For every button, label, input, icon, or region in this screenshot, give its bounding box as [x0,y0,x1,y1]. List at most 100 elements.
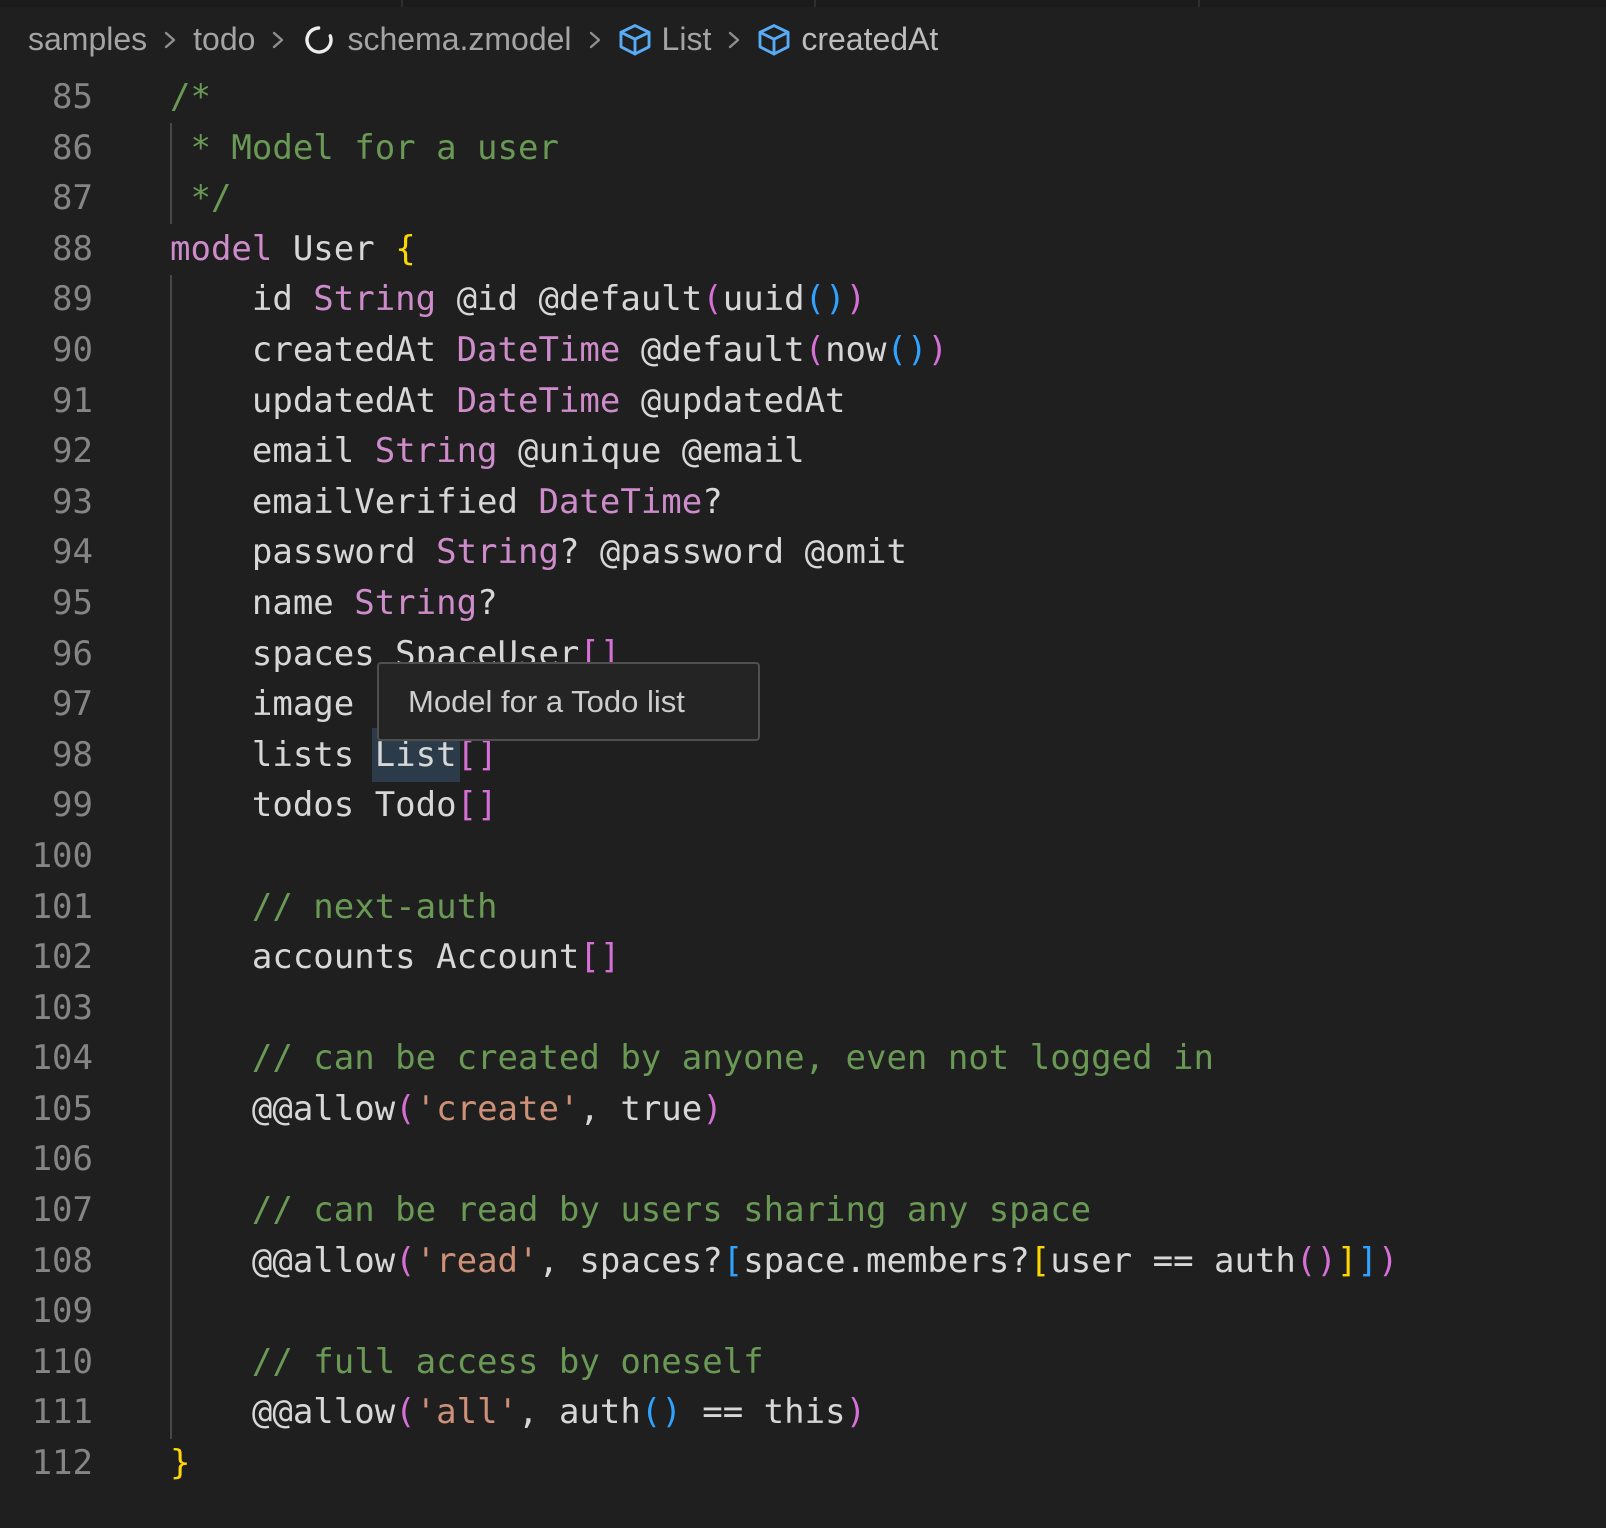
code-line[interactable]: 101 // next-auth [0,882,1606,933]
code-line[interactable]: 88 model User { [0,224,1606,275]
code-line[interactable]: 109 [0,1286,1606,1337]
code-line[interactable]: 100 [0,831,1606,882]
line-number[interactable]: 110 [0,1337,93,1388]
code-line[interactable]: 112} [0,1438,1606,1489]
code-token: // can be read by users sharing any spac… [170,1190,1091,1230]
code-text: model User { [170,224,416,275]
code-line[interactable]: 97 image [0,679,1606,730]
code-line[interactable]: 87 */ [0,173,1606,224]
code-line[interactable]: 102 accounts Account[] [0,932,1606,983]
line-number[interactable]: 104 [0,1033,93,1084]
code-line[interactable]: 110 // full access by oneself [0,1337,1606,1388]
code-token: ) [846,1392,866,1432]
chevron-right-icon [267,25,289,55]
code-text: image [170,679,354,730]
code-line[interactable]: 85/* [0,72,1606,123]
code-line[interactable]: 108 @@allow('read', spaces?[space.member… [0,1236,1606,1287]
code-line[interactable]: 105 @@allow('create', true) [0,1084,1606,1135]
code-line[interactable]: 93 emailVerified DateTime? [0,477,1606,528]
line-number[interactable]: 90 [0,325,93,376]
code-token: ) [1378,1241,1398,1281]
code-line[interactable]: 96 spaces SpaceUser[] [0,629,1606,680]
breadcrumb-item-list[interactable]: List [618,21,712,58]
line-number[interactable]: 103 [0,983,93,1034]
code-token: } [170,1443,190,1483]
line-number[interactable]: 109 [0,1286,93,1337]
breadcrumb: samples todo schema.zmodel List createdA… [0,7,1606,72]
hover-tooltip-text: Model for a Todo list [408,684,685,720]
breadcrumb-item-samples[interactable]: samples [28,21,147,58]
code-token: User [272,229,395,269]
line-number[interactable]: 87 [0,173,93,224]
line-number[interactable]: 89 [0,274,93,325]
line-number[interactable]: 98 [0,730,93,781]
code-line[interactable]: 90 createdAt DateTime @default(now()) [0,325,1606,376]
code-token: email [170,431,375,471]
line-number[interactable]: 93 [0,477,93,528]
line-number[interactable]: 99 [0,780,93,831]
code-line[interactable]: 95 name String? [0,578,1606,629]
line-number[interactable]: 100 [0,831,93,882]
breadcrumb-item-todo[interactable]: todo [193,21,255,58]
code-text: id String @id @default(uuid()) [170,274,866,325]
code-line[interactable]: 99 todos Todo[] [0,780,1606,831]
code-token: [] [579,937,620,977]
code-line[interactable]: 103 [0,983,1606,1034]
line-number[interactable]: 111 [0,1387,93,1438]
code-token: updatedAt [170,381,457,421]
code-line[interactable]: 86 * Model for a user [0,123,1606,174]
code-token: DateTime [457,330,621,370]
line-number[interactable]: 91 [0,376,93,427]
code-token: @@allow [170,1089,395,1129]
line-number[interactable]: 102 [0,932,93,983]
breadcrumb-label: todo [193,21,255,58]
code-text: // full access by oneself [170,1337,764,1388]
line-number[interactable]: 96 [0,629,93,680]
tab-separator [1198,0,1200,7]
breadcrumb-item-schema-zmodel[interactable]: schema.zmodel [301,21,571,58]
code-text: @@allow('create', true) [170,1084,723,1135]
code-token: // full access by oneself [170,1342,764,1382]
sync-spinner-icon [301,22,337,58]
code-line[interactable]: 111 @@allow('all', auth() == this) [0,1387,1606,1438]
line-number[interactable]: 95 [0,578,93,629]
code-text: // can be read by users sharing any spac… [170,1185,1091,1236]
line-number[interactable]: 108 [0,1236,93,1287]
code-editor[interactable]: 85/*86 * Model for a user87 */88 model Us… [0,72,1606,1489]
code-token: String [436,532,559,572]
line-number[interactable]: 88 [0,224,93,275]
code-token: String [313,279,436,319]
code-line[interactable]: 107 // can be read by users sharing any … [0,1185,1606,1236]
code-token: () [886,330,927,370]
line-number[interactable]: 85 [0,72,93,123]
indent-guide [170,123,172,224]
line-number[interactable]: 107 [0,1185,93,1236]
code-text: createdAt DateTime @default(now()) [170,325,948,376]
line-number[interactable]: 94 [0,527,93,578]
line-number[interactable]: 101 [0,882,93,933]
line-number[interactable]: 105 [0,1084,93,1135]
breadcrumb-label: List [662,21,712,58]
code-line[interactable]: 89 id String @id @default(uuid()) [0,274,1606,325]
code-token: id [170,279,313,319]
code-text: @@allow('read', spaces?[space.members?[u… [170,1236,1398,1287]
code-line[interactable]: 98 lists List[] [0,730,1606,781]
code-line[interactable]: 94 password String? @password @omit [0,527,1606,578]
code-line[interactable]: 106 [0,1134,1606,1185]
symbol-cube-icon [757,23,791,57]
code-token: DateTime [457,381,621,421]
line-number[interactable]: 112 [0,1438,93,1489]
code-text: @@allow('all', auth() == this) [170,1387,866,1438]
line-number[interactable]: 106 [0,1134,93,1185]
code-line[interactable]: 92 email String @unique @email [0,426,1606,477]
line-number[interactable]: 97 [0,679,93,730]
breadcrumb-item-createdat[interactable]: createdAt [757,21,938,58]
code-token: () [1296,1241,1337,1281]
code-token: , true [579,1089,702,1129]
code-line[interactable]: 91 updatedAt DateTime @updatedAt [0,376,1606,427]
code-token: ( [395,1241,415,1281]
code-token: name [170,583,354,623]
line-number[interactable]: 86 [0,123,93,174]
code-line[interactable]: 104 // can be created by anyone, even no… [0,1033,1606,1084]
line-number[interactable]: 92 [0,426,93,477]
